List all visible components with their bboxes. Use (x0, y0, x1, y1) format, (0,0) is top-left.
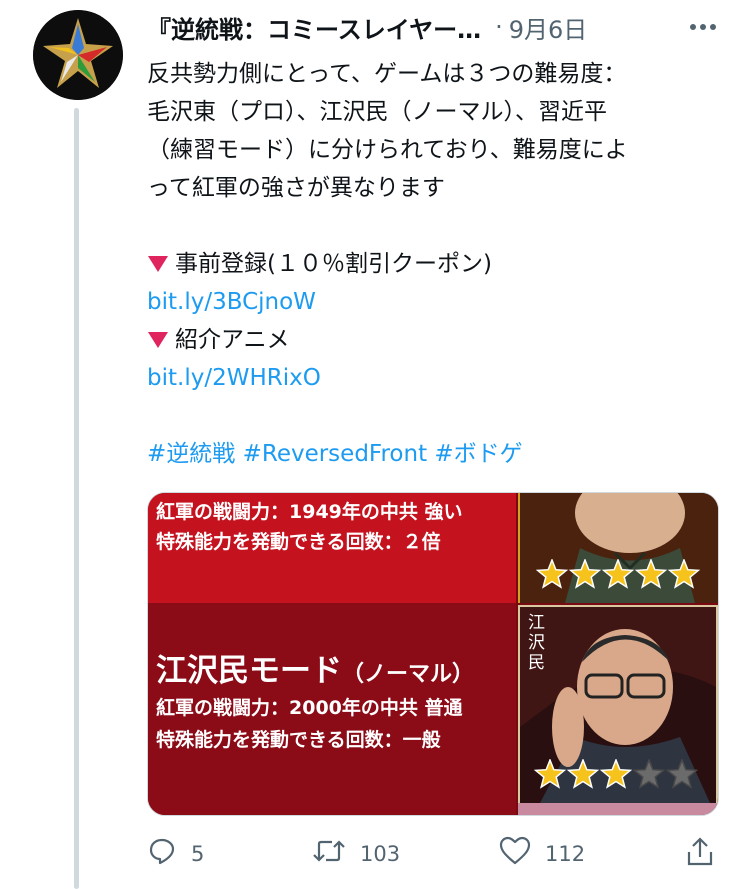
tweet-text-line: って紅軍の強さが異なります (147, 175, 445, 201)
image-bottom-strip (518, 803, 718, 815)
share-button[interactable] (685, 836, 715, 873)
star-empty-icon (665, 759, 699, 789)
rating-stars (534, 759, 699, 789)
star-filled-icon (568, 559, 602, 589)
difficulty-panel-jiang: 江沢民モード（ノーマル） 紅軍の戦闘力：2000年の中共 普通 特殊能力を発動で… (148, 603, 516, 815)
thread-line (74, 108, 79, 889)
hashtag[interactable]: #ボドゲ (434, 441, 522, 467)
like-button[interactable]: 112 (499, 836, 585, 871)
hashtag[interactable]: #逆統戦 (147, 441, 235, 467)
panel2-title-sub: （ノーマル） (342, 662, 475, 687)
header-separator: · (495, 13, 503, 41)
panel1-line2: 特殊能力を発動できる回数：２倍 (156, 531, 441, 553)
heart-icon (499, 836, 531, 871)
portrait-mao (518, 493, 718, 603)
star-filled-icon (566, 759, 600, 789)
difficulty-panel-mao: 紅軍の戦闘力：1949年の中共 強い 特殊能力を発動できる回数：２倍 (148, 493, 516, 603)
star-filled-icon (667, 559, 701, 589)
anime-label: 紹介アニメ (175, 327, 290, 353)
retweet-button[interactable]: 103 (312, 836, 400, 871)
share-icon (685, 836, 715, 873)
preregister-link[interactable]: bit.ly/3BCjnoW (147, 283, 717, 321)
rating-stars (536, 559, 701, 589)
hashtags: #逆統戦 #ReversedFront #ボドゲ (147, 435, 717, 473)
down-triangle-icon (147, 247, 169, 285)
more-options-icon[interactable] (688, 14, 718, 44)
action-bar: 5 103 112 (147, 836, 727, 880)
panel2-title: 江沢民モード（ノーマル） (156, 645, 474, 690)
star-empty-icon (632, 759, 666, 789)
star-filled-icon (599, 759, 633, 789)
portrait2-caption: 江沢民 (528, 613, 545, 673)
star-filled-icon (601, 559, 635, 589)
panel1-line1: 紅軍の戦闘力：1949年の中共 強い (156, 501, 463, 523)
down-triangle-icon (147, 323, 169, 361)
reply-count: 5 (191, 841, 205, 866)
tweet-text-line: 毛沢東（プロ）、江沢民（ノーマル）、習近平 (147, 99, 607, 125)
anime-line: 紹介アニメ (147, 321, 717, 361)
preregister-label: 事前登録(１０％割引クーポン) (175, 251, 492, 277)
star-filled-icon (634, 559, 668, 589)
avatar[interactable] (33, 10, 123, 100)
hashtag[interactable]: #ReversedFront (243, 441, 428, 467)
star-filled-icon (536, 559, 569, 589)
tweet-media-image[interactable]: 紅軍の戦闘力：1949年の中共 強い 特殊能力を発動できる回数：２倍 江沢民モー… (147, 492, 719, 816)
preregister-line: 事前登録(１０％割引クーポン) (147, 245, 717, 285)
like-count: 112 (545, 841, 586, 866)
display-name[interactable]: 『逆統戦：コミースレイヤー… (147, 10, 481, 45)
tweet-text-line: （練習モード）に分けられており、難易度によ (147, 137, 628, 163)
tweet-header: 『逆統戦：コミースレイヤー… · 9月6日 (147, 10, 707, 44)
retweet-count: 103 (360, 841, 401, 866)
star-filled-icon (534, 759, 567, 789)
tweet-text-line: 反共勢力側にとって、ゲームは３つの難易度： (147, 61, 627, 87)
anime-link[interactable]: bit.ly/2WHRixO (147, 359, 717, 397)
portrait-jiang: 江沢民 (518, 605, 718, 805)
panel2-title-main: 江沢民モード (156, 653, 342, 689)
tweet-date[interactable]: 9月6日 (509, 10, 588, 45)
panel2-line2: 特殊能力を発動できる回数：一般 (156, 729, 441, 751)
reply-button[interactable]: 5 (147, 836, 204, 871)
reply-icon (147, 836, 177, 871)
retweet-icon (312, 836, 346, 871)
panel2-line1: 紅軍の戦闘力：2000年の中共 普通 (156, 697, 463, 719)
